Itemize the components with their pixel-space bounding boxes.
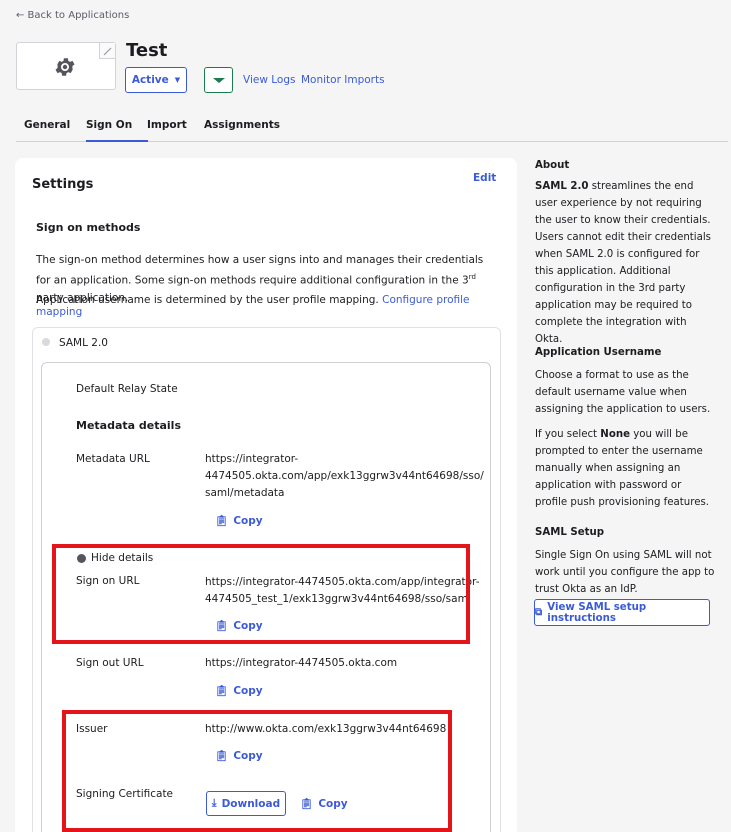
copy-sign-out-url-button[interactable]: 📋︎ Copy: [215, 684, 263, 698]
metadata-url-label: Metadata URL: [76, 453, 150, 465]
sign-out-url-value: https://integrator-4474505.okta.com: [205, 657, 398, 669]
saml-radio-label: SAML 2.0: [59, 337, 108, 349]
app-logo: [16, 42, 116, 90]
saml-setup-text: Single Sign On using SAML will not work …: [535, 550, 715, 595]
edit-logo-button[interactable]: [99, 43, 115, 59]
status-label: Active: [131, 74, 169, 86]
settings-title: Settings: [32, 177, 94, 192]
gateway-icon: [212, 78, 225, 83]
application-username-text: Choose a format to use as the default us…: [535, 370, 711, 415]
username-mapping-text: Application username is determined by th…: [36, 294, 470, 318]
sign-on-methods-heading: Sign on methods: [36, 221, 141, 234]
tab-bar: General Sign On Import Assignments: [16, 112, 728, 142]
edit-button[interactable]: Edit: [473, 172, 496, 184]
about-heading: About: [535, 160, 570, 171]
view-saml-setup-instructions-button[interactable]: ⧉ View SAML setup instructions: [534, 599, 710, 626]
app-title: Test: [126, 40, 168, 61]
clipboard-icon: 📋︎: [215, 515, 229, 527]
gateway-button[interactable]: [204, 67, 233, 93]
sign-out-url-label: Sign out URL: [76, 657, 144, 669]
clipboard-icon: 📋︎: [215, 685, 229, 697]
tab-import[interactable]: Import: [147, 119, 187, 131]
default-relay-state-label: Default Relay State: [76, 383, 178, 395]
external-link-icon: ⧉: [535, 606, 543, 618]
highlight-box-sign-on-url: [52, 544, 470, 644]
copy-metadata-url-button[interactable]: 📋︎ Copy: [215, 514, 263, 528]
saml-radio[interactable]: [42, 338, 50, 346]
none-option-text: If you select None you will be prompted …: [535, 429, 710, 508]
back-to-applications-link[interactable]: ← Back to Applications: [16, 10, 129, 21]
caret-down-icon: ▼: [174, 76, 181, 84]
tab-general[interactable]: General: [24, 119, 70, 131]
gear-icon: [55, 58, 75, 76]
active-tab-indicator: [86, 140, 148, 142]
pencil-icon: [103, 47, 112, 56]
about-text: SAML 2.0 streamlines the end user experi…: [535, 181, 711, 345]
status-dropdown[interactable]: Active ▼: [125, 67, 187, 93]
monitor-imports-link[interactable]: Monitor Imports: [301, 74, 385, 86]
tab-sign-on[interactable]: Sign On: [86, 119, 132, 131]
metadata-details-heading: Metadata details: [76, 419, 181, 432]
tab-assignments[interactable]: Assignments: [204, 119, 280, 131]
saml-setup-heading: SAML Setup: [535, 527, 605, 538]
highlight-box-issuer-certificate: [62, 710, 452, 832]
metadata-url-value: https://integrator- 4474505.okta.com/app…: [205, 453, 484, 499]
view-logs-link[interactable]: View Logs: [243, 74, 295, 86]
application-username-heading: Application Username: [535, 347, 662, 358]
